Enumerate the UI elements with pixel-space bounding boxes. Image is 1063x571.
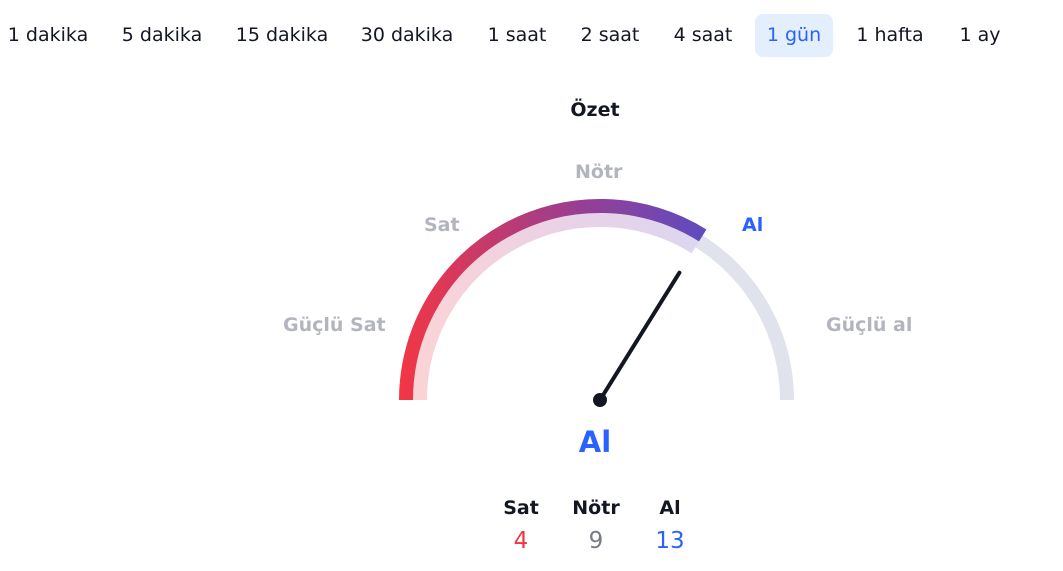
counter-buy: Al 13 <box>630 496 710 555</box>
counter-sell-value: 4 <box>513 528 529 554</box>
gauge-track <box>406 206 794 401</box>
counter-neutral: Nötr 9 <box>556 496 636 555</box>
counter-neutral-value: 9 <box>588 528 604 554</box>
summary-verdict: Al <box>578 425 612 459</box>
counter-buy-value: 13 <box>655 528 685 554</box>
gauge-pivot <box>593 393 607 407</box>
sentiment-gauge <box>399 199 794 407</box>
counter-neutral-label: Nötr <box>572 497 620 519</box>
gauge-needle <box>598 270 682 402</box>
counter-sell-label: Sat <box>503 497 539 519</box>
counter-sell: Sat 4 <box>481 496 561 555</box>
counter-buy-label: Al <box>659 497 681 519</box>
